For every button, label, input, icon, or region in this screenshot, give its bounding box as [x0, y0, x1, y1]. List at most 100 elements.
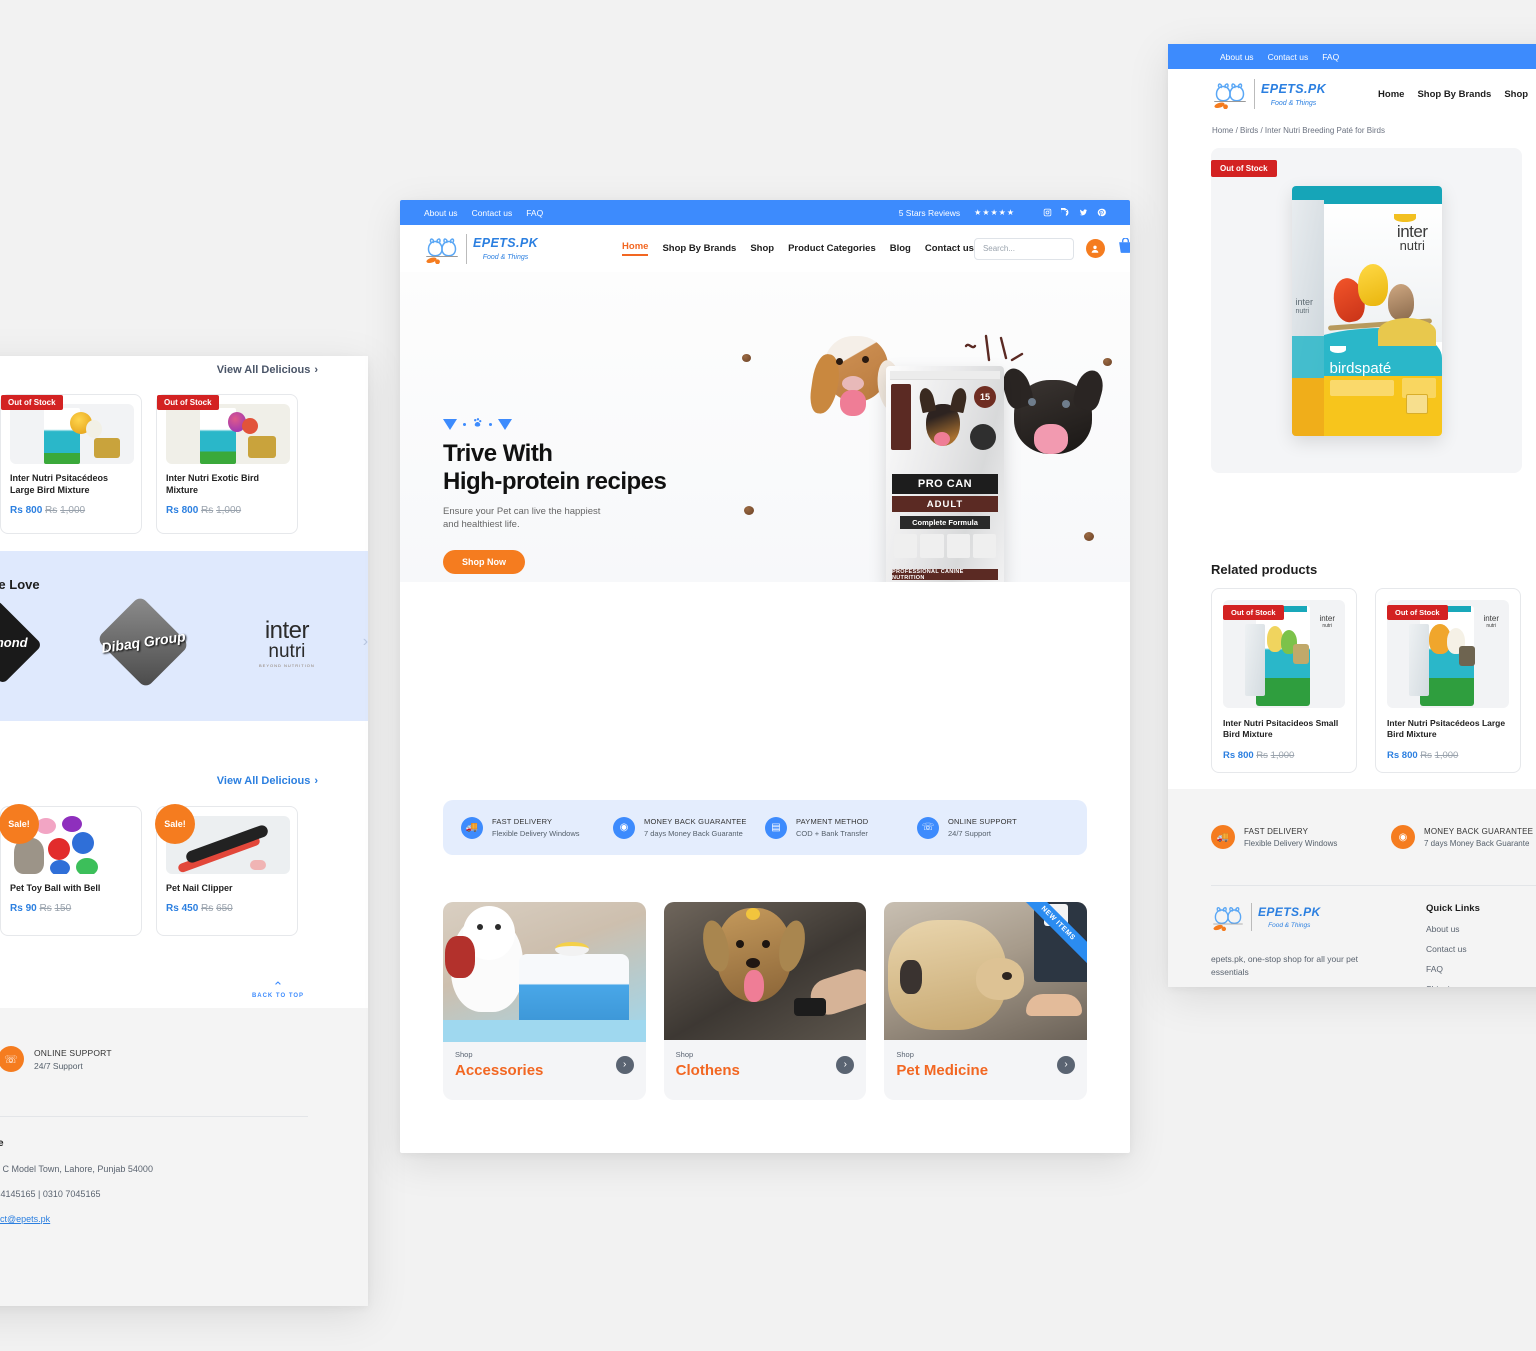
category-meta: Shop Pet Medicine › — [884, 1040, 1087, 1091]
birds-section-header: View All Delicious › — [0, 356, 368, 396]
category-image — [663, 902, 867, 1040]
category-card-clothens[interactable]: Shop Clothens › — [663, 902, 867, 1100]
product-price: Rs 800 Rs 1,000 — [166, 505, 288, 516]
footer-link[interactable]: FAQ — [1426, 964, 1536, 974]
utility-link-faq[interactable]: FAQ — [1322, 52, 1339, 62]
product-price: Rs 90 Rs 150 — [10, 903, 132, 914]
dot-icon — [463, 422, 466, 426]
currency: Rs — [1223, 750, 1236, 761]
bag-formula-label: Complete Formula — [912, 518, 978, 527]
footer-divider — [0, 1116, 308, 1117]
old-currency: Rs — [1420, 750, 1432, 761]
utility-link-contact[interactable]: Contact us — [1268, 52, 1309, 62]
bag-bird-swoosh-icon — [1393, 213, 1416, 222]
product-card[interactable]: Out of Stock inter nutri Inter Nutri Psit… — [1375, 588, 1521, 773]
store-email-link[interactable]: contact@epets.pk — [0, 1214, 278, 1224]
nav-item-home[interactable]: Home — [622, 241, 649, 256]
twitter-icon[interactable] — [1079, 208, 1088, 217]
currency: Rs — [10, 505, 23, 517]
nav-item-blog[interactable]: Blog — [890, 243, 911, 254]
site-logo[interactable]: EPETS.PK Food & Things — [1212, 79, 1326, 110]
user-icon[interactable] — [1085, 239, 1105, 258]
nav-item-contact-us[interactable]: Contact us — [925, 243, 974, 254]
bird-yellow-image — [1357, 263, 1388, 306]
product-card[interactable]: Out of Stock Inter Nutri Psitacédeos Lar… — [0, 394, 142, 534]
chevron-right-icon[interactable]: › — [363, 633, 368, 651]
instagram-icon[interactable] — [1043, 208, 1052, 217]
nav-item-shop[interactable]: Shop — [1504, 89, 1528, 100]
view-all-delicious-link-sale[interactable]: View All Delicious › — [217, 775, 318, 787]
brand-logo-diamond[interactable]: Diamond — [0, 599, 72, 685]
bag-label-swoosh-icon — [1329, 345, 1346, 353]
primary-nav: Home Shop By Brands Shop Product Categor… — [622, 241, 974, 256]
footer-link[interactable]: About us — [1426, 924, 1536, 934]
product-card[interactable]: Out of Stock inter nutri Inter Nutri Psit… — [1211, 588, 1357, 773]
price-value: 90 — [25, 903, 37, 915]
nav-item-shop[interactable]: Shop — [750, 243, 774, 254]
product-card[interactable]: Sale! Pet Nail Clipper Rs 450 Rs 650 — [155, 804, 298, 936]
nav-item-shop-by-brands[interactable]: Shop By Brands — [1417, 89, 1491, 100]
utility-link-contact[interactable]: Contact us — [472, 208, 513, 218]
footer-link[interactable]: Contact us — [1426, 944, 1536, 954]
footer-logo[interactable]: EPETS.PK Food & Things — [1211, 903, 1391, 932]
feature-title: ONLINE SUPPORT — [948, 817, 1017, 826]
out-of-stock-badge: Out of Stock — [1211, 160, 1277, 177]
brand-logo-dibaq[interactable]: Dibaq Group — [72, 595, 216, 689]
main-header: EPETS.PK Food & Things Home Shop By Bran… — [1168, 69, 1536, 119]
cart-icon[interactable] — [1117, 236, 1130, 260]
main-header: EPETS.PK Food & Things Home Shop By Bran… — [400, 225, 1130, 272]
search-input[interactable]: Search... — [973, 237, 1074, 260]
rating-stars: ★★★★★ — [974, 208, 1015, 217]
product-card[interactable]: Sale! Pet Toy Ball with Bell Rs 90 Rs 15… — [0, 804, 142, 936]
feature-title: MONEY BACK GUARANTEE — [644, 817, 747, 826]
category-card-accessories[interactable]: Shop Accessories › — [443, 902, 646, 1100]
utility-link-faq[interactable]: FAQ — [526, 208, 543, 218]
feature-title: ONLINE SUPPORT — [34, 1047, 112, 1058]
feature-title: Fast Delivery — [492, 817, 553, 826]
dog-bulldog-image — [998, 364, 1110, 500]
utility-link-about[interactable]: About us — [424, 208, 458, 218]
old-currency: Rs — [1256, 750, 1268, 761]
nav-item-product-categories[interactable]: Product Categories — [788, 243, 876, 254]
bag-brand-sub: nutri — [1399, 237, 1425, 253]
view-all-label: View All Delicious — [216, 364, 311, 376]
nav-item-home[interactable]: Home — [1378, 89, 1404, 100]
utility-right: 5 Stars Reviews ★★★★★ — [899, 208, 1106, 218]
category-shop-label: Shop — [675, 1050, 694, 1059]
hero-title-line1: Trive With — [443, 440, 553, 467]
nav-item-shop-by-brands[interactable]: Shop By Brands — [662, 243, 736, 254]
chevron-right-icon[interactable]: › — [615, 1055, 634, 1074]
back-to-top-button[interactable]: ⌃ BACK TO TOP — [233, 976, 323, 1012]
old-price: 1,000 — [216, 505, 242, 517]
chevron-right-icon[interactable]: › — [836, 1055, 855, 1074]
logo-divider — [1251, 903, 1252, 931]
feature-item: 🚚 Fast Delivery Flexible Delivery Window… — [461, 816, 613, 839]
footer-col-about: EPETS.PK Food & Things epets.pk, one-sto… — [1211, 903, 1391, 987]
search-placeholder: Search... — [982, 244, 1015, 253]
category-name: Pet Medicine — [896, 1062, 989, 1079]
view-all-delicious-link-birds[interactable]: View All Delicious › — [217, 364, 318, 376]
brands-logo-row: Diamond Dibaq Group inter nutri BEYOND N… — [0, 595, 368, 689]
hero-title-line2: High-protein recipes — [443, 468, 667, 495]
out-of-stock-badge: Out of Stock — [1223, 605, 1284, 620]
store-address: Block C Model Town, Lahore, Punjab 54000 — [0, 1164, 153, 1174]
related-products-title: Related products — [1211, 562, 1318, 577]
product-main-image[interactable]: Out of Stock inter nutri inter nutri bir… — [1211, 148, 1522, 473]
kibble-decor — [742, 354, 751, 362]
bag-claim-icons — [894, 534, 996, 558]
feature-title: MONEY BACK GUARANTEE — [1424, 826, 1534, 836]
chevron-right-icon[interactable]: › — [1057, 1055, 1076, 1074]
bag-label-body-text — [1329, 379, 1394, 396]
bag-brand-lockup: inter nutri — [1397, 222, 1428, 253]
brand-logo-internutri[interactable]: inter nutri BEYOND NUTRITION — [215, 617, 359, 668]
footer-link[interactable]: Shipping — [1426, 984, 1536, 987]
old-price: 1,000 — [60, 505, 86, 517]
facebook-icon[interactable] — [1061, 208, 1070, 217]
category-card-pet-medicine[interactable]: NEW ITEMS Shop Pet Medicine › — [884, 902, 1088, 1100]
site-logo[interactable]: EPETS.PK Food & Things — [424, 233, 538, 264]
utility-link-about[interactable]: About us — [1220, 52, 1254, 62]
feature-title: PAYMENT METHOD — [796, 817, 869, 826]
product-card[interactable]: Out of Stock Inter Nutri Exotic Bird Mix… — [156, 394, 298, 534]
shop-now-button[interactable]: Shop Now — [443, 550, 525, 574]
pinterest-icon[interactable] — [1097, 208, 1106, 217]
